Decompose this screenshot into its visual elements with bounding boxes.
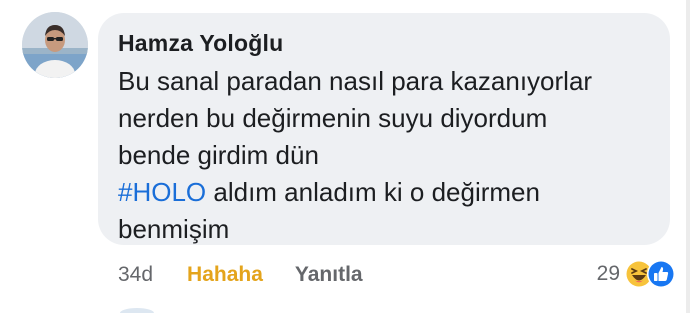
reply-button[interactable]: Yanıtla [295,263,363,287]
comment-text: Bu sanal paradan nasıl para kazanıyorlar… [118,63,650,248]
comment-actions: 34d Hahaha Yanıtla [118,258,363,292]
avatar[interactable] [22,12,88,78]
profile-photo-icon [22,12,88,78]
hashtag-link[interactable]: #HOLO [118,177,206,207]
comment-screenshot: Hamza Yoloğlu Bu sanal paradan nasıl par… [0,0,690,313]
screen-edge [686,0,690,313]
comment-bubble: Hamza Yoloğlu Bu sanal paradan nasıl par… [98,13,670,245]
reactions-summary[interactable]: 29 [597,257,676,291]
reaction-button[interactable]: Hahaha [187,263,263,287]
comment-timestamp[interactable]: 34d [118,263,153,287]
reaction-count: 29 [596,262,620,285]
comment-author[interactable]: Hamza Yoloğlu [118,29,650,57]
comment-line: nerden bu değirmenin suyu diyordum [118,103,548,133]
comment-line: Bu sanal paradan nasıl para kazanıyorlar [118,66,593,96]
comment-line-rest: aldım anladım ki o değirmen [206,177,540,207]
comment-line: bende girdim dün [118,140,319,170]
like-thumb-icon [646,259,676,289]
comment-line: #HOLO aldım anladım ki o değirmen [118,174,650,211]
next-comment-avatar [120,308,154,313]
comment-line: benmişim [118,214,230,244]
